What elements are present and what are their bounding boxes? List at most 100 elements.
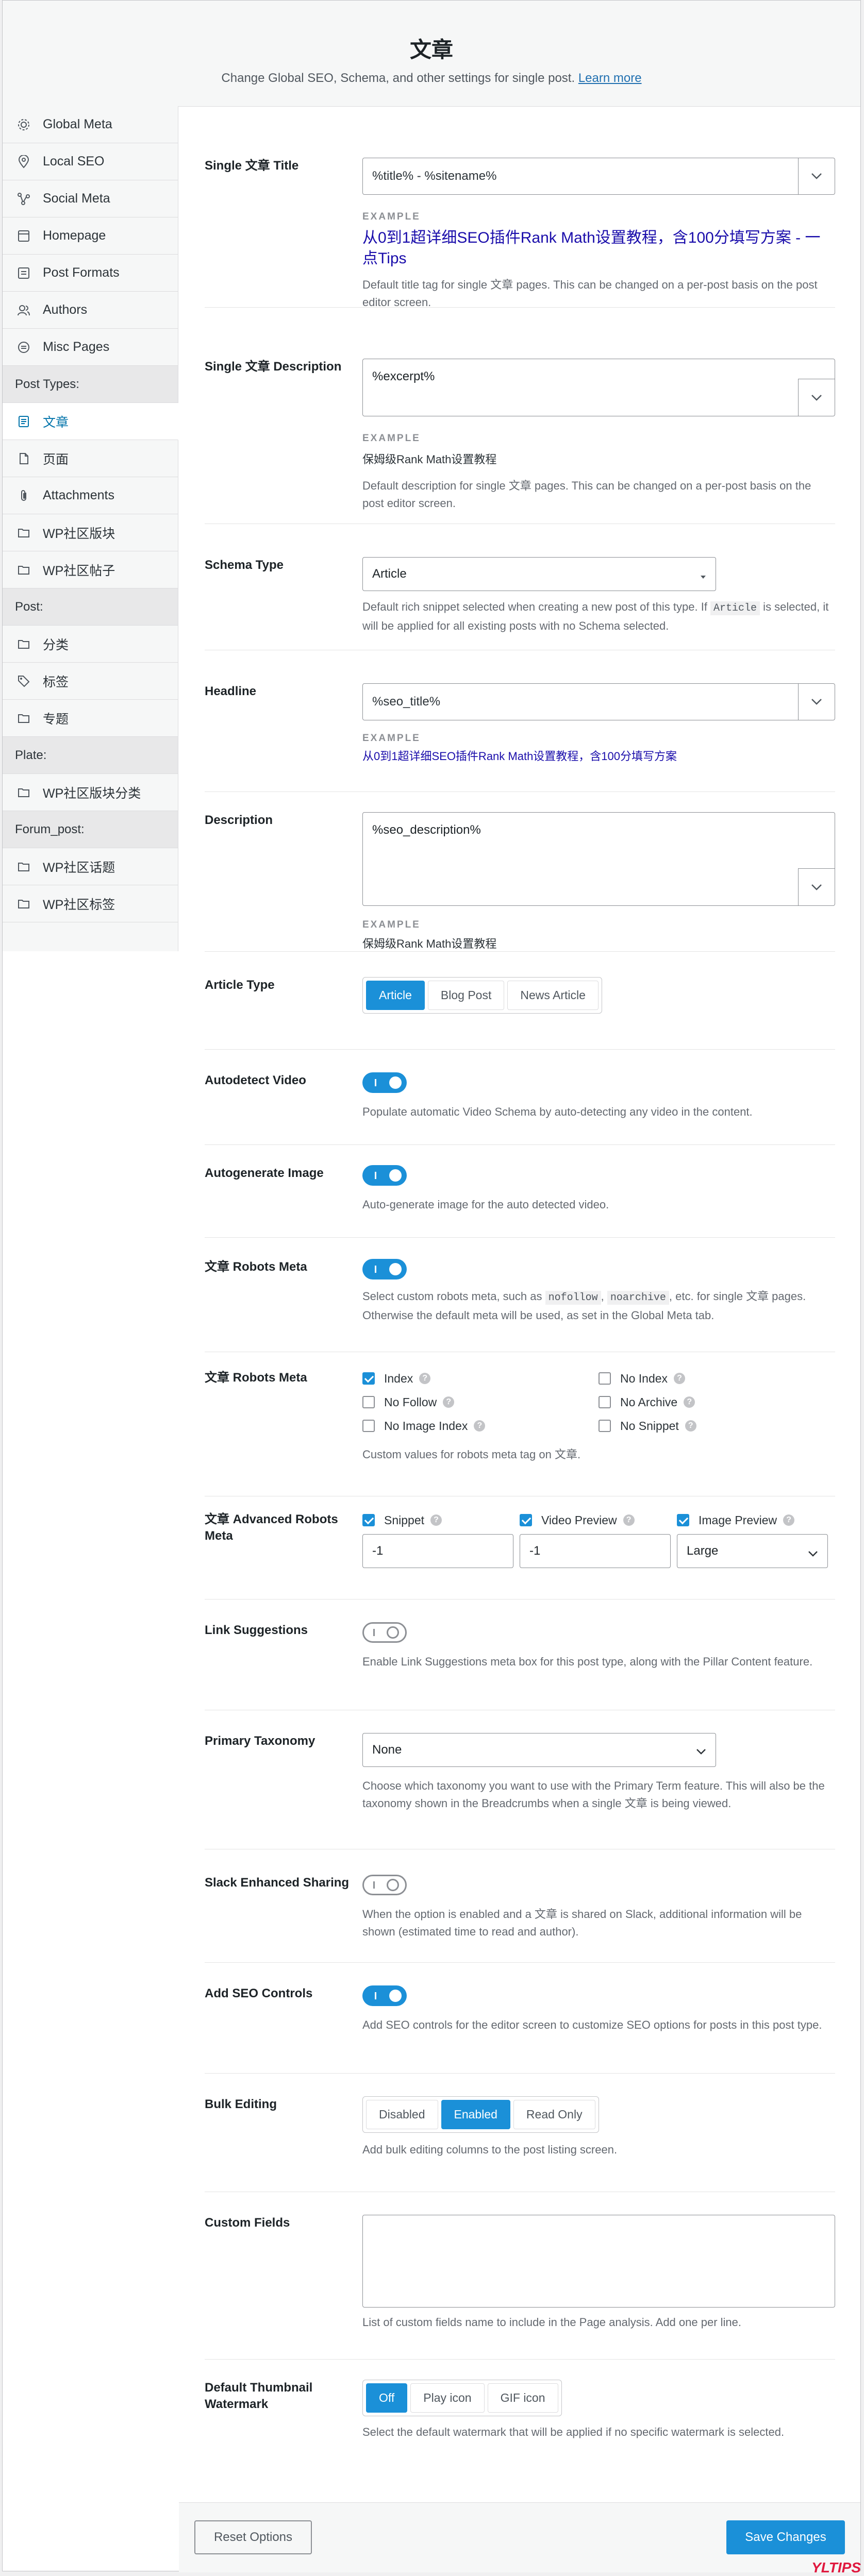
sidebar-item-global-meta[interactable]: Global Meta bbox=[3, 106, 178, 143]
settings-panel: 文章 Change Global SEO, Schema, and other … bbox=[2, 0, 861, 2572]
field-description: Enable Link Suggestions meta box for thi… bbox=[362, 1655, 813, 1668]
primary-taxonomy-select[interactable]: None bbox=[362, 1733, 716, 1767]
sidebar-item-post-formats[interactable]: Post Formats bbox=[3, 255, 178, 292]
custom-fields-textarea[interactable] bbox=[362, 2215, 835, 2308]
sidebar-item-local-seo[interactable]: Local SEO bbox=[3, 143, 178, 180]
save-changes-button[interactable]: Save Changes bbox=[726, 2520, 845, 2554]
bulk-editing-read-only[interactable]: Read Only bbox=[513, 2100, 595, 2129]
article-type-article[interactable]: Article bbox=[366, 981, 425, 1010]
watermark-off[interactable]: Off bbox=[366, 2383, 408, 2413]
seo-controls-toggle[interactable] bbox=[362, 1985, 407, 2006]
headline-input[interactable]: %seo_title% bbox=[362, 683, 835, 720]
description-textarea[interactable]: %seo_description% bbox=[362, 812, 835, 906]
variable-dropdown-button[interactable] bbox=[798, 379, 835, 416]
field-label: Link Suggestions bbox=[205, 1623, 308, 1637]
robots-noindex-checkbox[interactable]: No Index? bbox=[599, 1370, 835, 1387]
sidebar-item-attachments[interactable]: Attachments bbox=[3, 477, 178, 514]
robots-noarchive-checkbox[interactable]: No Archive? bbox=[599, 1393, 835, 1411]
link-suggestions-toggle[interactable] bbox=[362, 1622, 407, 1643]
row-link-suggestions: Link Suggestions Enable Link Suggestions… bbox=[205, 1622, 835, 1710]
single-title-input[interactable]: %title% - %sitename% bbox=[362, 158, 835, 195]
social-icon bbox=[16, 191, 31, 207]
bulk-editing-disabled[interactable]: Disabled bbox=[366, 2100, 438, 2129]
misc-icon bbox=[16, 340, 31, 355]
sidebar-item-forum-tag[interactable]: WP社区标签 bbox=[3, 885, 178, 922]
row-single-title: Single 文章 Title %title% - %sitename% EXA… bbox=[205, 158, 835, 309]
help-icon: ? bbox=[684, 1396, 695, 1408]
robots-index-checkbox[interactable]: Index? bbox=[362, 1370, 599, 1387]
field-label: Single 文章 Title bbox=[205, 159, 299, 173]
settings-footer: Reset Options Save Changes bbox=[179, 2502, 860, 2572]
sidebar-item-misc-pages[interactable]: Misc Pages bbox=[3, 329, 178, 366]
sidebar-item-tag[interactable]: 标签 bbox=[3, 663, 178, 700]
row-thumbnail-watermark: Default Thumbnail Watermark Off Play ico… bbox=[205, 2380, 835, 2478]
caret-down-icon bbox=[700, 569, 706, 583]
sidebar-item-topic[interactable]: 专题 bbox=[3, 700, 178, 737]
sidebar-item-social-meta[interactable]: Social Meta bbox=[3, 180, 178, 217]
field-description: When the option is enabled and a 文章 is s… bbox=[362, 1908, 802, 1938]
chevron-down-icon bbox=[811, 169, 822, 183]
field-description: Select the default watermark that will b… bbox=[362, 2426, 785, 2438]
field-label: Headline bbox=[205, 684, 257, 698]
sidebar-section-post-types: Post Types: bbox=[3, 366, 178, 403]
field-label: Custom Fields bbox=[205, 2216, 290, 2230]
image-preview-select[interactable]: Large bbox=[677, 1534, 828, 1568]
field-description: Choose which taxonomy you want to use wi… bbox=[362, 1779, 825, 1810]
gear-icon bbox=[16, 117, 31, 132]
page-subtitle: Change Global SEO, Schema, and other set… bbox=[221, 71, 642, 85]
row-single-description: Single 文章 Description %excerpt% EXAMPLE … bbox=[205, 359, 835, 524]
example-label: EXAMPLE bbox=[362, 433, 421, 444]
field-description: Populate automatic Video Schema by auto-… bbox=[362, 1105, 753, 1118]
single-description-textarea[interactable]: %excerpt% bbox=[362, 359, 835, 416]
reset-options-button[interactable]: Reset Options bbox=[194, 2520, 312, 2554]
field-label: Bulk Editing bbox=[205, 2097, 277, 2111]
site-watermark: YLTIPS bbox=[811, 2560, 861, 2575]
schema-type-select[interactable]: Article bbox=[362, 557, 716, 591]
field-label: Single 文章 Description bbox=[205, 360, 342, 374]
description-schema-example: 保姆级Rank Math设置教程 bbox=[362, 937, 497, 950]
sidebar-item-forum-category[interactable]: WP社区版块分类 bbox=[3, 774, 178, 811]
row-advanced-robots: 文章 Advanced Robots Meta Snippet? -1 Vide… bbox=[205, 1511, 835, 1600]
chevron-down-icon bbox=[811, 880, 822, 895]
snippet-input[interactable]: -1 bbox=[362, 1534, 513, 1568]
sidebar-section-plate: Plate: bbox=[3, 737, 178, 774]
variable-dropdown-button[interactable] bbox=[798, 158, 835, 195]
sidebar-item-post[interactable]: 文章 bbox=[3, 403, 178, 440]
row-slack-sharing: Slack Enhanced Sharing When the option i… bbox=[205, 1875, 835, 1963]
autogenerate-image-toggle[interactable] bbox=[362, 1165, 407, 1186]
sidebar-item-page[interactable]: 页面 bbox=[3, 440, 178, 477]
field-description: Default rich snippet selected when creat… bbox=[362, 600, 829, 632]
snippet-checkbox[interactable]: Snippet? bbox=[362, 1511, 513, 1529]
bulk-editing-enabled[interactable]: Enabled bbox=[441, 2100, 510, 2129]
sidebar-item-forum-section[interactable]: WP社区版块 bbox=[3, 514, 178, 551]
page-icon bbox=[16, 451, 31, 466]
sidebar-item-forum-topic[interactable]: WP社区话题 bbox=[3, 848, 178, 885]
autodetect-video-toggle[interactable] bbox=[362, 1072, 407, 1093]
field-label: Schema Type bbox=[205, 558, 284, 572]
video-preview-input[interactable]: -1 bbox=[520, 1534, 671, 1568]
watermark-play-icon[interactable]: Play icon bbox=[410, 2383, 485, 2413]
sidebar-item-authors[interactable]: Authors bbox=[3, 292, 178, 329]
robots-nosnippet-checkbox[interactable]: No Snippet? bbox=[599, 1417, 835, 1435]
robots-noimageindex-checkbox[interactable]: No Image Index? bbox=[362, 1417, 599, 1435]
variable-dropdown-button[interactable] bbox=[798, 868, 835, 906]
image-preview-checkbox[interactable]: Image Preview? bbox=[677, 1511, 828, 1529]
description-example: 保姆级Rank Math设置教程 bbox=[362, 453, 497, 466]
slack-sharing-toggle[interactable] bbox=[362, 1875, 407, 1895]
learn-more-link[interactable]: Learn more bbox=[578, 71, 642, 85]
sidebar-item-homepage[interactable]: Homepage bbox=[3, 217, 178, 255]
field-description: Add bulk editing columns to the post lis… bbox=[362, 2143, 618, 2156]
field-label: Default Thumbnail Watermark bbox=[205, 2381, 313, 2411]
article-type-blog-post[interactable]: Blog Post bbox=[427, 981, 505, 1010]
field-label: 文章 Advanced Robots Meta bbox=[205, 1512, 338, 1543]
watermark-gif-icon[interactable]: GIF icon bbox=[487, 2383, 558, 2413]
sidebar-item-category[interactable]: 分类 bbox=[3, 626, 178, 663]
sidebar-item-forum-post[interactable]: WP社区帖子 bbox=[3, 551, 178, 588]
variable-dropdown-button[interactable] bbox=[798, 683, 835, 720]
article-type-news-article[interactable]: News Article bbox=[507, 981, 599, 1010]
robots-nofollow-checkbox[interactable]: No Follow? bbox=[362, 1393, 599, 1411]
row-robots-meta: 文章 Robots Meta Index? No Index? No Follo… bbox=[205, 1370, 835, 1496]
robots-meta-toggle[interactable] bbox=[362, 1259, 407, 1279]
video-preview-checkbox[interactable]: Video Preview? bbox=[520, 1511, 671, 1529]
field-description: Default title tag for single 文章 pages. T… bbox=[362, 278, 818, 309]
